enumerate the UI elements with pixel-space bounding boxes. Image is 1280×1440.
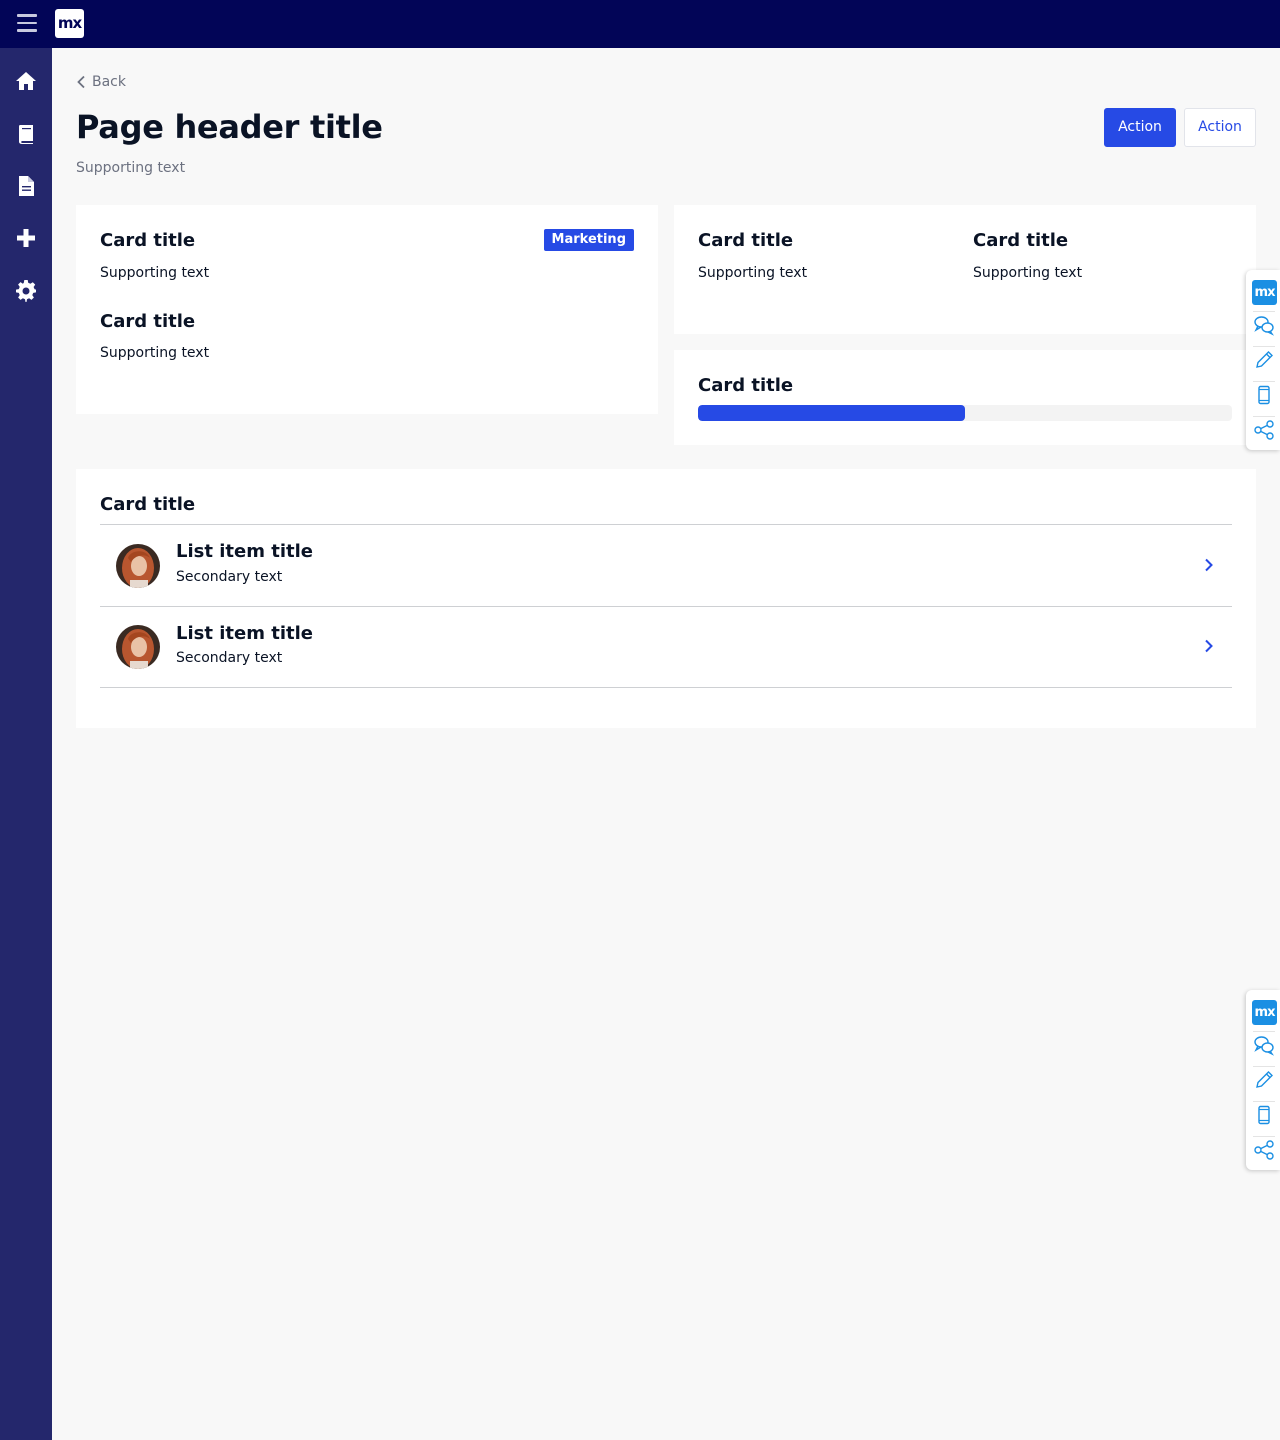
secondary-action-button[interactable]: Action (1184, 108, 1256, 147)
list-item[interactable]: List item title Secondary text (100, 607, 1232, 688)
dock-logo[interactable]: mx (1252, 1000, 1277, 1025)
chevron-left-icon (77, 75, 85, 89)
sidebar (0, 48, 52, 1440)
pencil-icon[interactable] (1251, 1067, 1277, 1093)
plus-icon[interactable] (14, 226, 38, 250)
hamburger-menu-icon[interactable] (17, 14, 37, 32)
pencil-icon[interactable] (1251, 347, 1277, 373)
card-title: Card title (973, 230, 1069, 251)
app-logo[interactable]: mx (55, 9, 84, 38)
mendix-dock: mx (1246, 270, 1280, 450)
card-supporting-text: Supporting text (100, 345, 210, 361)
card-title: Card title (100, 311, 196, 332)
primary-action-button[interactable]: Action (1104, 108, 1176, 147)
list-item-secondary: Secondary text (176, 650, 283, 666)
progress-bar (698, 405, 1232, 421)
share-icon[interactable] (1251, 417, 1277, 443)
list-item-secondary: Secondary text (176, 569, 283, 585)
chat-icon[interactable] (1251, 1032, 1277, 1058)
card-supporting-text: Supporting text (973, 265, 1083, 281)
top-bar: mx (0, 0, 1280, 48)
card-two-column: Card title Supporting text Card title Su… (674, 205, 1256, 334)
page-subtitle: Supporting text (76, 160, 186, 176)
share-icon[interactable] (1251, 1137, 1277, 1163)
card-title: Card title (100, 230, 196, 251)
list-item-title: List item title (176, 541, 313, 562)
file-icon[interactable] (14, 174, 38, 198)
mobile-icon[interactable] (1251, 382, 1277, 408)
page-title: Page header title (76, 108, 383, 146)
dock-logo[interactable]: mx (1252, 280, 1277, 305)
home-icon[interactable] (14, 69, 38, 93)
gear-icon[interactable] (14, 278, 38, 302)
card-title: Card title (698, 375, 794, 396)
mendix-dock: mx (1246, 990, 1280, 1170)
card-title: Card title (698, 230, 794, 251)
card-with-badge: Card title Marketing Supporting text Car… (76, 205, 658, 414)
chat-icon[interactable] (1251, 312, 1277, 338)
book-icon[interactable] (14, 122, 38, 146)
card-title: Card title (100, 494, 196, 515)
list-item-title: List item title (176, 623, 313, 644)
back-link[interactable]: Back (76, 72, 126, 92)
progress-bar-fill (698, 405, 965, 421)
card-progress: Card title (674, 350, 1256, 445)
back-label: Back (92, 74, 126, 90)
mobile-icon[interactable] (1251, 1102, 1277, 1128)
card-supporting-text: Supporting text (100, 265, 210, 281)
marketing-badge: Marketing (543, 229, 634, 251)
chevron-right-icon (1205, 558, 1213, 572)
divider (100, 687, 1232, 688)
card-list: Card title List item title Secondary tex… (76, 469, 1256, 728)
card-supporting-text: Supporting text (698, 265, 808, 281)
list-item[interactable]: List item title Secondary text (100, 525, 1232, 606)
avatar (116, 625, 160, 669)
chevron-right-icon (1205, 639, 1213, 653)
avatar (116, 544, 160, 588)
